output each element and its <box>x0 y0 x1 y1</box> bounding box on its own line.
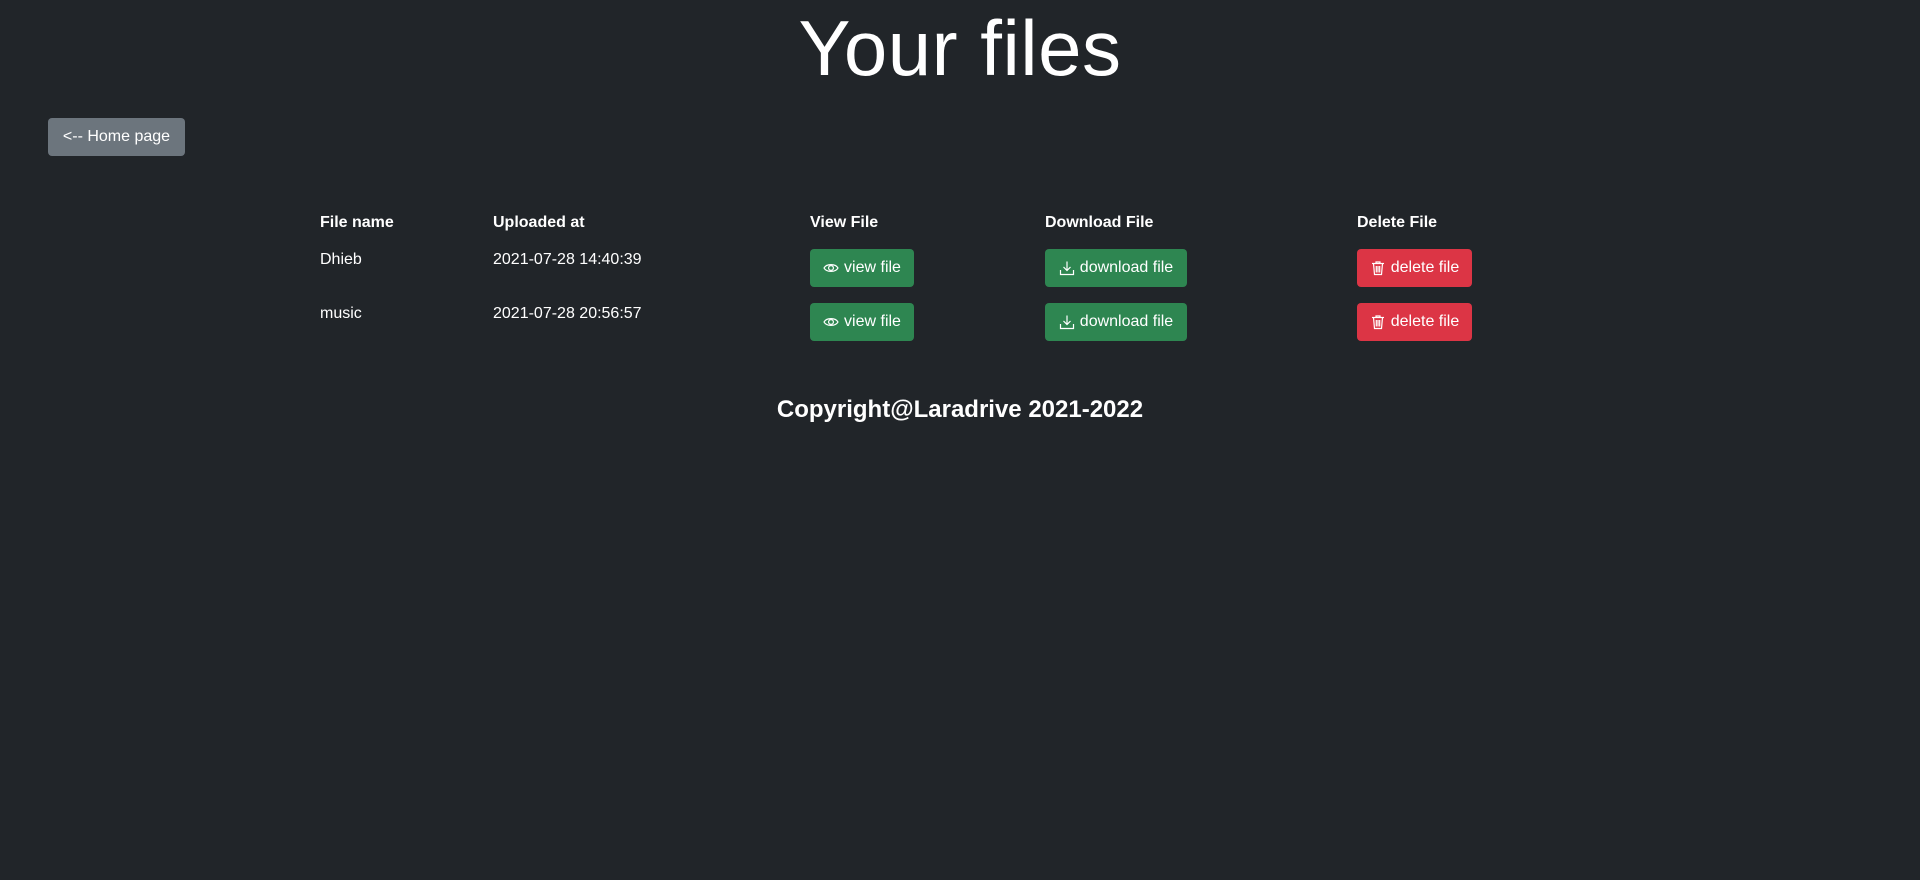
header-view-file: View File <box>810 214 879 231</box>
delete-file-label: delete file <box>1390 313 1460 330</box>
header-uploaded-at: Uploaded at <box>493 214 585 231</box>
view-file-button[interactable]: view file <box>810 303 914 341</box>
header-delete-file: Delete File <box>1357 214 1438 231</box>
eye-icon <box>823 264 839 272</box>
files-page: Your files <-- Home page File name Uploa… <box>0 0 1920 880</box>
trash-icon <box>1371 261 1384 276</box>
row-file-name: Dhieb <box>320 251 362 268</box>
eye-icon <box>823 318 839 326</box>
row-uploaded-at: 2021-07-28 20:56:57 <box>493 305 642 322</box>
download-file-label: download file <box>1079 259 1174 276</box>
delete-file-button[interactable]: delete file <box>1357 249 1472 287</box>
download-file-button[interactable]: download file <box>1045 303 1187 341</box>
view-file-button[interactable]: view file <box>810 249 914 287</box>
footer-copyright: Copyright@Laradrive 2021-2022 <box>776 396 1144 423</box>
download-icon <box>1059 261 1074 276</box>
download-file-button[interactable]: download file <box>1045 249 1187 287</box>
home-page-button[interactable]: <-- Home page <box>48 118 185 156</box>
view-file-label: view file <box>844 259 901 276</box>
header-file-name: File name <box>320 214 394 231</box>
delete-file-button[interactable]: delete file <box>1357 303 1472 341</box>
download-icon <box>1059 315 1074 330</box>
trash-icon <box>1371 315 1384 330</box>
page-title: Your files <box>798 4 1122 92</box>
row-uploaded-at: 2021-07-28 14:40:39 <box>493 251 642 268</box>
row-file-name: music <box>320 305 362 322</box>
delete-file-label: delete file <box>1390 259 1460 276</box>
download-file-label: download file <box>1079 313 1174 330</box>
header-download-file: Download File <box>1045 214 1154 231</box>
view-file-label: view file <box>844 313 901 330</box>
